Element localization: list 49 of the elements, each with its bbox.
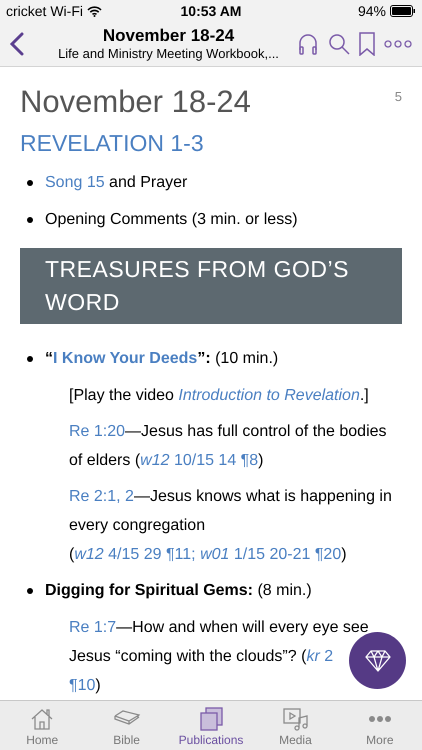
time-text: 10:53 AM [180, 2, 242, 20]
link[interactable]: I Know Your Deeds [53, 350, 198, 367]
bullet-icon [27, 588, 33, 594]
link[interactable]: 10/15 14 ¶8 [170, 452, 258, 469]
link[interactable]: Re 2:1, 2 [69, 488, 134, 505]
back-icon[interactable] [10, 32, 24, 56]
article-subtitle: REVELATION 1-3 [20, 129, 205, 158]
diamond-icon [364, 650, 390, 672]
bullet-icon [27, 180, 33, 186]
link[interactable]: Song 15 [45, 174, 105, 191]
article-title: November 18-24 [20, 83, 251, 121]
link[interactable]: kr [306, 648, 320, 665]
link[interactable]: Re 1:20 [69, 423, 126, 440]
paragraph: Re 1:20—Jesus has full control of the bodies of elders (w12 10/15 14 ¶8) [69, 422, 388, 471]
paragraph: Re 2:1, 2—Jesus knows what is happening in every congregation (w12 4/15 29 ¶11; w01 1/15 20-21 ¶20) [69, 487, 393, 565]
bookmark-icon[interactable] [359, 32, 375, 56]
bullet-text: “I Know Your Deeds”: (10 min.) [45, 349, 278, 369]
tab[interactable]: More [338, 701, 422, 750]
paragraph: [Play the video Introduction to Revelation.] [69, 386, 370, 406]
link[interactable]: w12 [140, 452, 170, 469]
tab[interactable]: Media [253, 701, 338, 750]
page-number: 5 [394, 88, 402, 106]
tab[interactable]: Publications [168, 701, 254, 750]
bullet-text: Song 15 and Prayer [45, 173, 188, 193]
link[interactable]: w12 [74, 546, 104, 563]
section-banner: TREASURES FROM GOD’S WORD [20, 248, 402, 324]
tab[interactable]: Home [0, 701, 84, 750]
bullet-icon [27, 217, 33, 223]
header-title: November 18-24 [102, 26, 234, 46]
wifi-icon [87, 6, 102, 16]
search-icon[interactable] [328, 33, 350, 55]
link[interactable]: Introduction to Revelation [178, 387, 360, 404]
carrier-text: cricket Wi-Fi [6, 2, 83, 20]
headphones-icon[interactable] [297, 32, 319, 56]
link[interactable]: ¶10 [69, 677, 96, 694]
tab[interactable]: Bible [84, 701, 169, 750]
link[interactable]: 2 [320, 648, 334, 665]
link[interactable]: w01 [200, 546, 230, 563]
media-icon [281, 706, 310, 732]
more-icon[interactable] [384, 40, 412, 48]
battery-text: 94% [358, 2, 386, 20]
bullet-text: Digging for Spiritual Gems: (8 min.) [45, 581, 312, 601]
battery-icon [390, 5, 416, 17]
header-subtitle: Life and Ministry Meeting Workbook,... [58, 46, 279, 62]
bullet-icon [27, 356, 33, 362]
link[interactable]: 1/15 20-21 ¶20 [229, 546, 342, 563]
link[interactable]: Re 1:7 [69, 619, 116, 636]
bullet-text: Opening Comments (3 min. or less) [45, 210, 298, 230]
link[interactable]: 4/15 29 ¶11; [104, 546, 200, 563]
